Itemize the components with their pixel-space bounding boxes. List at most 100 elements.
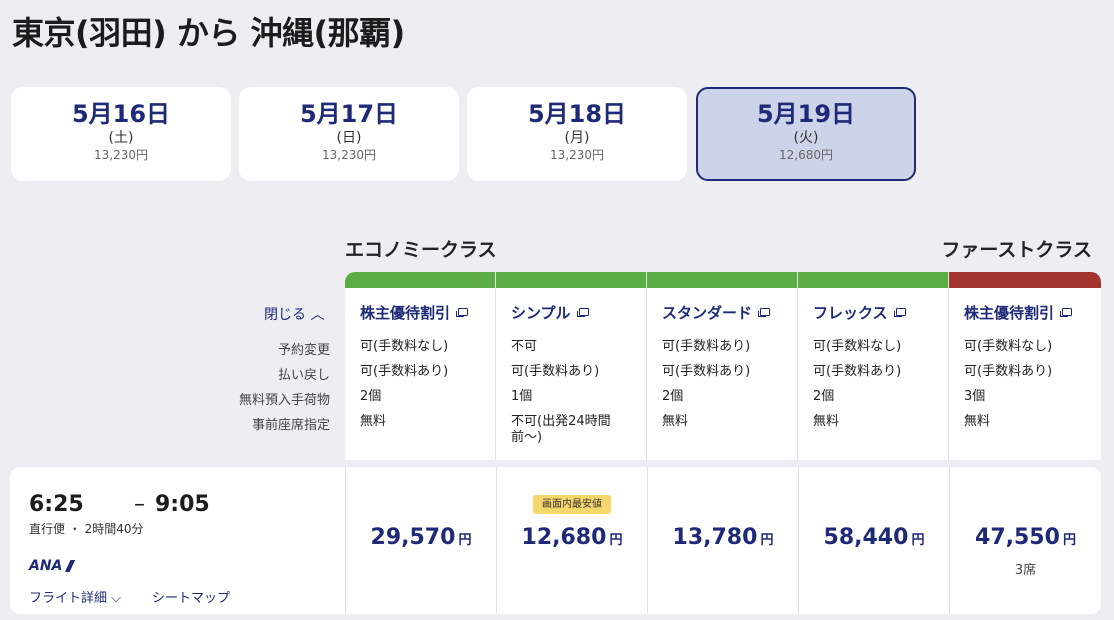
fare-baggage-value: 1個 [511,389,533,404]
fare-baggage-value: 3個 [964,389,986,404]
date-price: 13,230円 [550,148,604,162]
date-label: 5月16日 [71,100,171,128]
time-separator: – [134,492,145,517]
external-link-icon [576,308,589,317]
economy-color-bar [798,272,948,288]
date-card-0519-selected[interactable]: 5月19日 (火) 12,680円 [696,87,916,181]
price-amount: 13,780 円 [648,525,798,550]
fare-change-value: 可(手数料なし) [360,339,449,354]
economy-color-bar [647,272,797,288]
fare-refund-value: 可(手数料あり) [511,364,600,379]
fare-baggage-value: 2個 [813,389,835,404]
row-label-seat: 事前座席指定 [251,418,330,433]
first-class-header: ファーストクラス [941,239,1092,261]
fare-name: シンプル [511,304,571,322]
first-color-bar [949,272,1101,288]
price-value: 12,680 [521,525,607,550]
fare-price-simple[interactable]: 画面内最安値 12,680 円 [496,467,647,614]
external-link-icon [1060,308,1073,317]
price-amount: 12,680 円 [497,525,647,550]
ana-logo: ANA [29,558,78,574]
economy-color-bar [496,272,646,288]
fare-name-link[interactable]: シンプル [511,302,646,323]
date-card-0516[interactable]: 5月16日 (土) 13,230円 [11,87,231,181]
fare-seat-value: 無料 [360,414,387,429]
fare-name-link[interactable]: 株主優待割引 [360,302,495,323]
fare-name: 株主優待割引 [964,304,1055,322]
fare-price-flex[interactable]: 58,440 円 [798,467,949,614]
fare-refund-value: 可(手数料あり) [662,364,751,379]
fare-column-standard: スタンダード 可(手数料あり) 可(手数料あり) 2個 無料 [647,272,798,460]
row-label-baggage: 無料預入手荷物 [238,393,330,408]
flight-info: 直行便 ・ 2時間40分 [29,522,144,536]
fare-seat-value: 無料 [813,414,840,429]
fare-refund-value: 可(手数料あり) [964,364,1053,379]
yen-unit: 円 [911,533,925,548]
fare-name: 株主優待割引 [360,304,451,322]
arrival-time: 9:05 [155,492,210,517]
ana-stripe-icon [64,560,78,572]
fare-change-value: 可(手数料なし) [964,339,1053,354]
fare-price-kabunushi-economy[interactable]: 29,570 円 [345,467,496,614]
fare-column-kabunushi-first: 株主優待割引 可(手数料なし) 可(手数料あり) 3個 無料 [949,272,1101,460]
price-amount: 47,550 円 [950,525,1101,550]
lowest-price-badge: 画面内最安値 [533,495,611,514]
fare-name-link[interactable]: フレックス [813,302,948,323]
fare-change-value: 可(手数料あり) [662,339,751,354]
weekday-label: (月) [564,130,590,146]
weekday-label: (土) [108,130,134,146]
yen-unit: 円 [1062,533,1076,548]
external-link-icon [893,308,906,317]
fare-name-link[interactable]: 株主優待割引 [964,302,1101,323]
weekday-label: (日) [336,130,362,146]
external-link-icon [456,308,469,317]
yen-unit: 円 [458,533,472,548]
fare-price-standard[interactable]: 13,780 円 [647,467,798,614]
date-label: 5月17日 [299,100,399,128]
date-label: 5月18日 [527,100,627,128]
yen-unit: 円 [760,533,774,548]
economy-color-bar [345,272,495,288]
page-title: 東京(羽田) から 沖縄(那覇) [12,14,405,52]
fare-column-simple: シンプル 不可 可(手数料あり) 1個 不可(出発24時間前〜) [496,272,647,460]
collapse-fare-details-button[interactable]: 閉じる ︿ [264,304,324,324]
price-value: 47,550 [975,525,1060,550]
fare-column-flex: フレックス 可(手数料なし) 可(手数料あり) 2個 無料 [798,272,949,460]
seats-remaining: 3席 [1014,563,1037,578]
date-label: 5月19日 [756,100,856,128]
price-amount: 58,440 円 [799,525,949,550]
external-link-icon [758,308,771,317]
date-card-0517[interactable]: 5月17日 (日) 13,230円 [239,87,459,181]
row-label-change: 予約変更 [277,343,330,358]
fare-price-kabunushi-first[interactable]: 47,550 円 3席 [949,467,1101,614]
date-card-0518[interactable]: 5月18日 (月) 13,230円 [467,87,687,181]
fare-column-kabunushi-economy: 株主優待割引 可(手数料なし) 可(手数料あり) 2個 無料 [345,272,496,460]
fare-change-value: 可(手数料なし) [813,339,902,354]
fare-details-panel: 株主優待割引 可(手数料なし) 可(手数料あり) 2個 無料 シンプル 不可 可… [345,272,1101,460]
price-value: 13,780 [672,525,758,550]
weekday-label: (火) [793,130,819,146]
fare-baggage-value: 2個 [360,389,382,404]
fare-refund-value: 可(手数料あり) [360,364,449,379]
fare-seat-value: 無料 [964,414,991,429]
fare-name-link[interactable]: スタンダード [662,302,797,323]
fare-change-value: 不可 [511,339,538,354]
price-value: 29,570 [370,525,456,550]
date-price: 13,230円 [94,148,148,162]
fare-seat-value: 不可(出発24時間前〜) [511,414,611,445]
price-value: 58,440 [823,525,909,550]
date-price: 13,230円 [322,148,376,162]
fare-name: スタンダード [662,304,753,322]
fare-name: フレックス [813,304,888,322]
fare-baggage-value: 2個 [662,389,684,404]
yen-unit: 円 [609,533,623,548]
fare-refund-value: 可(手数料あり) [813,364,902,379]
flight-details-link[interactable]: フライト詳細 ⌵ [29,587,121,606]
fare-seat-value: 無料 [662,414,689,429]
departure-time: 6:25 [29,492,84,517]
price-amount: 29,570 円 [346,525,496,550]
economy-class-header: エコノミークラス [345,239,497,261]
seat-map-link[interactable]: シートマップ [152,587,230,606]
flight-row: 6:25 – 9:05 直行便 ・ 2時間40分 ANA フライト詳細 ⌵ シー… [10,467,1101,614]
row-label-refund: 払い戻し [277,368,330,383]
